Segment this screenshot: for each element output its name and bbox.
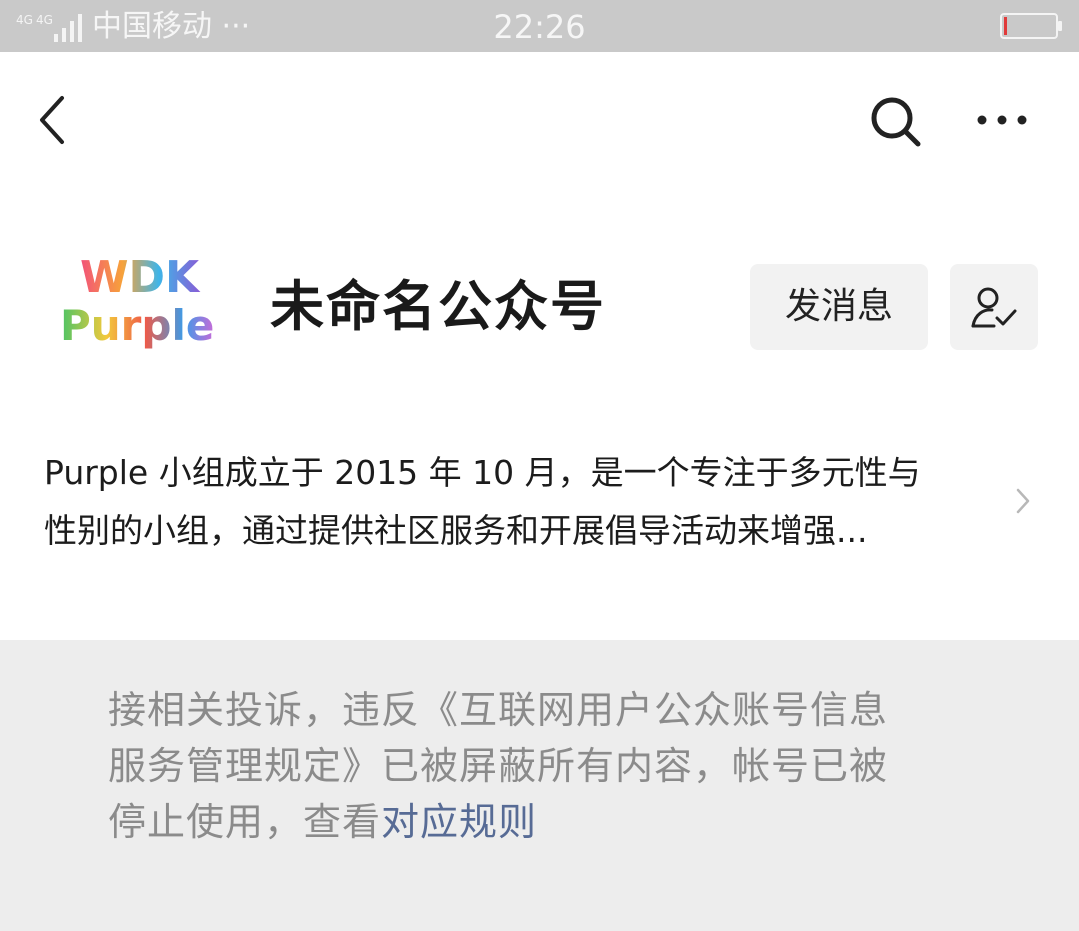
notice-line: 停止使用，查看对应规则 xyxy=(108,794,988,850)
notice-line: 服务管理规定》已被屏蔽所有内容，帐号已被 xyxy=(108,744,889,788)
status-time: 22:26 xyxy=(493,8,586,46)
send-message-button[interactable]: 发消息 xyxy=(750,264,928,350)
user-follow-check-icon xyxy=(971,287,1017,328)
logo-line-2: Purple xyxy=(60,301,214,350)
search-icon[interactable] xyxy=(866,92,926,152)
account-name: 未命名公众号 xyxy=(270,275,606,338)
notice-line: 接相关投诉，违反《互联网用户公众账号信息 xyxy=(108,688,889,732)
account-logo: WDK Purple xyxy=(60,252,214,350)
account-profile-page: 4G 4G 中国移动 ··· 22:26 WDK Purple 未命名公众号 发… xyxy=(0,0,1079,931)
notice-line-prefix: 停止使用，查看 xyxy=(108,800,382,844)
back-chevron-left-icon[interactable] xyxy=(30,90,76,150)
status-bar: 4G 4G 中国移动 ··· 22:26 xyxy=(0,0,1079,52)
nav-bar xyxy=(0,52,1079,192)
blocked-notice: 接相关投诉，违反《互联网用户公众账号信息 服务管理规定》已被屏蔽所有内容，帐号已… xyxy=(0,640,1079,931)
profile-header: WDK Purple 未命名公众号 发消息 Purple 小组成立于 2015 … xyxy=(0,192,1079,640)
battery-icon xyxy=(1000,13,1062,39)
intro-line: Purple 小组成立于 2015 年 10 月，是一个专注于多元性与 xyxy=(44,453,921,492)
intro-line: 性别的小组，通过提供社区服务和开展倡导活动来增强... xyxy=(44,511,868,550)
rules-link[interactable]: 对应规则 xyxy=(381,800,537,844)
logo-line-1: WDK xyxy=(80,252,201,303)
follow-button[interactable] xyxy=(950,264,1038,350)
account-intro[interactable]: Purple 小组成立于 2015 年 10 月，是一个专注于多元性与 性别的小… xyxy=(44,444,1004,560)
notice-text: 接相关投诉，违反《互联网用户公众账号信息 服务管理规定》已被屏蔽所有内容，帐号已… xyxy=(108,682,988,850)
more-horizontal-icon[interactable] xyxy=(972,100,1032,140)
chevron-right-icon[interactable] xyxy=(1012,484,1034,518)
